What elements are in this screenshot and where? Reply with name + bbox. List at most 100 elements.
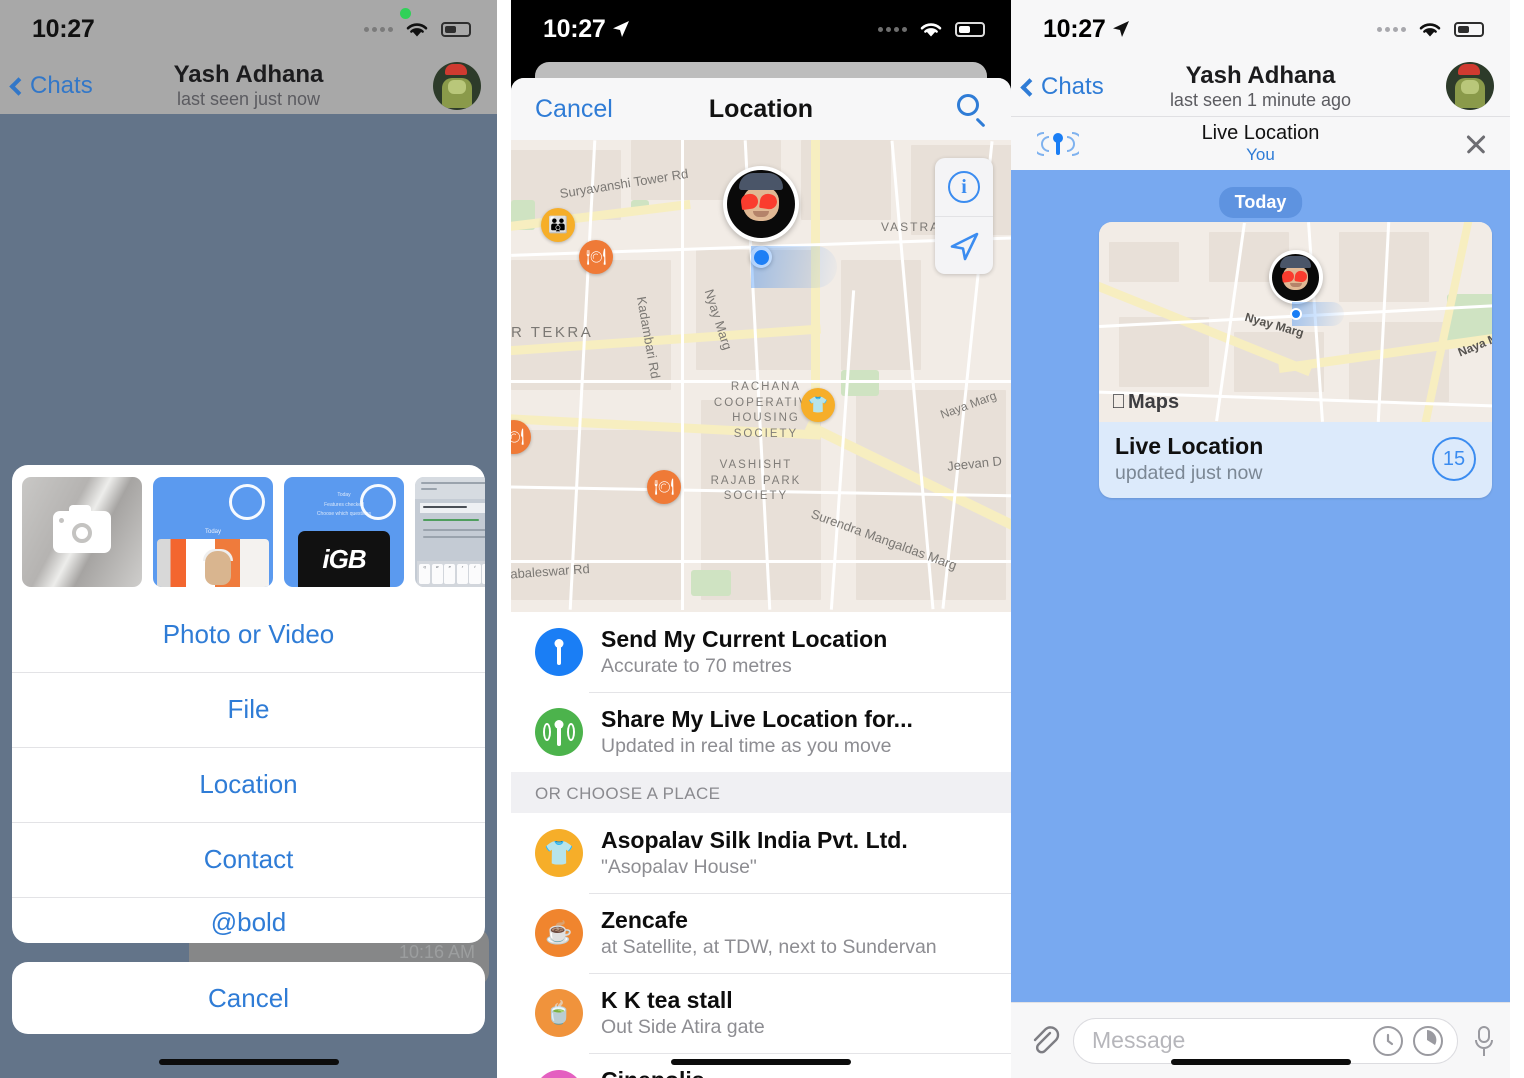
home-indicator[interactable] — [158, 1059, 339, 1065]
status-bar: 10:27 — [511, 0, 1011, 58]
apple-logo-icon:  — [1111, 391, 1126, 414]
location-option[interactable]: Location — [12, 747, 485, 822]
panel-location-picker: 10:27 Cancel Location Suryavanshi Tower … — [511, 0, 1011, 1078]
message-map-preview[interactable]: Nyay Marg Naya M Maps — [1099, 222, 1492, 422]
share-live-location-row[interactable]: Share My Live Location for... Updated in… — [511, 692, 1011, 773]
location-map[interactable]: Suryavanshi Tower Rd VASTRA R TEKRA Nyay… — [511, 140, 1011, 612]
info-button[interactable]: i — [935, 158, 993, 216]
cafe-icon: ☕ — [535, 909, 583, 958]
selection-circle-icon[interactable] — [360, 484, 396, 520]
map-controls[interactable]: i — [935, 158, 993, 274]
file-option[interactable]: File — [12, 672, 485, 747]
message-input-field[interactable]: Message — [1073, 1017, 1458, 1064]
chat-navbar: Chats Yash Adhana last seen just now — [0, 58, 497, 114]
location-arrow-icon — [613, 21, 630, 37]
row-title: Cinepolis — [601, 1066, 993, 1078]
tshirt-icon: 👕 — [535, 829, 583, 878]
cellular-dots-icon — [1377, 26, 1406, 32]
contact-option[interactable]: Contact — [12, 822, 485, 897]
status-time: 10:27 — [543, 14, 606, 43]
message-title: Live Location — [1115, 433, 1264, 459]
photo-thumb-3[interactable]: qwertyuio — [415, 477, 485, 587]
user-memoji-marker[interactable] — [723, 166, 837, 288]
live-location-banner[interactable]: Live Location You — [1011, 116, 1510, 170]
selection-circle-icon[interactable] — [229, 484, 265, 520]
thumb-label: Today — [204, 529, 222, 535]
poi-clothing-icon[interactable]: 👕 — [801, 388, 835, 422]
battery-icon — [441, 21, 471, 37]
photo-thumb-2[interactable]: Today Features checked Choose which questi… — [284, 477, 404, 587]
option-label: Photo or Video — [162, 619, 335, 649]
battery-icon — [1454, 21, 1484, 37]
location-sheet: Cancel Location Suryavanshi Tower Rd VAS… — [511, 78, 1011, 1078]
status-left: 10:27 — [32, 15, 95, 44]
place-row-kktea[interactable]: 🍵 K K tea stall Out Side Atira gate — [511, 973, 1011, 1054]
home-indicator[interactable] — [1170, 1059, 1351, 1065]
status-left: 10:27 — [543, 15, 631, 44]
chevron-left-icon — [9, 76, 28, 96]
home-indicator[interactable] — [671, 1059, 851, 1065]
battery-icon — [955, 21, 985, 37]
camera-tile[interactable] — [22, 477, 142, 587]
teapot-icon: 🍵 — [535, 989, 583, 1038]
row-subtitle: at Satellite, at TDW, next to Sundervan — [601, 936, 937, 959]
photo-thumb-1[interactable]: Today — [153, 477, 273, 587]
row-title: K K tea stall — [601, 987, 733, 1014]
chevron-left-icon — [1020, 77, 1039, 97]
media-thumbnail-strip[interactable]: Today Today Features checked Choose which … — [12, 465, 485, 597]
banner-title: Live Location — [1201, 121, 1320, 144]
location-arrow-icon — [1113, 21, 1130, 37]
row-title: Send My Current Location — [601, 626, 888, 652]
back-label: Chats — [1041, 73, 1104, 100]
map-label: VASTRA — [881, 220, 941, 234]
cancel-button[interactable]: Cancel — [12, 962, 485, 1034]
bold-bot-option[interactable]: @bold — [12, 897, 485, 943]
cancel-button[interactable]: Cancel — [535, 95, 613, 124]
chat-navbar: Chats Yash Adhana last seen 1 minute ago — [1011, 58, 1510, 116]
locate-arrow-icon — [950, 232, 979, 260]
place-row-zencafe[interactable]: ☕ Zencafe at Satellite, at TDW, next to … — [511, 893, 1011, 974]
send-current-location-row[interactable]: Send My Current Location Accurate to 70 … — [511, 612, 1011, 693]
option-label: Contact — [203, 844, 294, 874]
section-header: OR CHOOSE A PLACE — [511, 772, 1011, 814]
contact-avatar[interactable] — [433, 62, 481, 110]
search-icon[interactable] — [957, 94, 987, 128]
row-title: Asopalav Silk India Pvt. Ltd. — [601, 827, 908, 854]
poi-restaurant-icon[interactable]: 🍽 — [647, 470, 681, 504]
poi-park-icon[interactable]: 👪 — [541, 208, 575, 242]
user-memoji-marker[interactable] — [1268, 250, 1323, 304]
maps-label: Maps — [1113, 391, 1179, 413]
banner-subtitle: You — [1246, 144, 1275, 164]
status-bar: 10:27 — [1011, 0, 1510, 58]
status-left: 10:27 — [1043, 15, 1131, 44]
microphone-icon[interactable] — [1474, 1025, 1494, 1057]
countdown-badge[interactable]: 15 — [1432, 437, 1476, 482]
poi-restaurant-icon[interactable]: 🍽 — [579, 240, 613, 274]
current-location-dot-icon — [1289, 308, 1302, 320]
option-label: File — [227, 694, 270, 724]
place-row-cinepolis[interactable]: 🎥 Cinepolis Alpha One Mall — [511, 1053, 1011, 1078]
close-icon[interactable] — [1462, 130, 1490, 158]
row-subtitle: "Asopalav House" — [601, 855, 757, 878]
row-subtitle: Updated in real time as you move — [601, 734, 892, 757]
message-input-bar: Message — [1011, 1002, 1510, 1078]
paperclip-icon[interactable] — [1027, 1024, 1061, 1058]
location-navbar: Cancel Location — [511, 78, 1011, 140]
three-phone-screenshot-collage: 10:16 AM 10:27 Chat — [0, 0, 1524, 1078]
photo-or-video-option[interactable]: Photo or Video — [12, 597, 485, 672]
scheduled-message-icon[interactable] — [1413, 1025, 1443, 1056]
back-to-chats-button[interactable]: Chats — [9, 72, 93, 100]
back-to-chats-button[interactable]: Chats — [1020, 73, 1104, 101]
message-footer: Live Location updated just now 15 — [1099, 422, 1492, 498]
place-row-asopalav[interactable]: 👕 Asopalav Silk India Pvt. Ltd. "Asopala… — [511, 813, 1011, 894]
self-destruct-timer-icon[interactable] — [1373, 1025, 1403, 1056]
map-label: VASHISHT RAJAB PARK SOCIETY — [710, 459, 802, 503]
contact-avatar[interactable] — [1446, 62, 1494, 110]
row-subtitle: Accurate to 70 metres — [601, 654, 792, 677]
row-subtitle: Out Side Atira gate — [601, 1016, 765, 1039]
apple-maps-credit:  Maps — [1111, 391, 1179, 414]
row-title: Zencafe — [601, 907, 688, 934]
locate-button[interactable] — [935, 216, 993, 274]
cellular-dots-icon — [878, 26, 907, 32]
live-location-message-bubble[interactable]: Nyay Marg Naya M Maps Live Location upda… — [1099, 222, 1492, 499]
